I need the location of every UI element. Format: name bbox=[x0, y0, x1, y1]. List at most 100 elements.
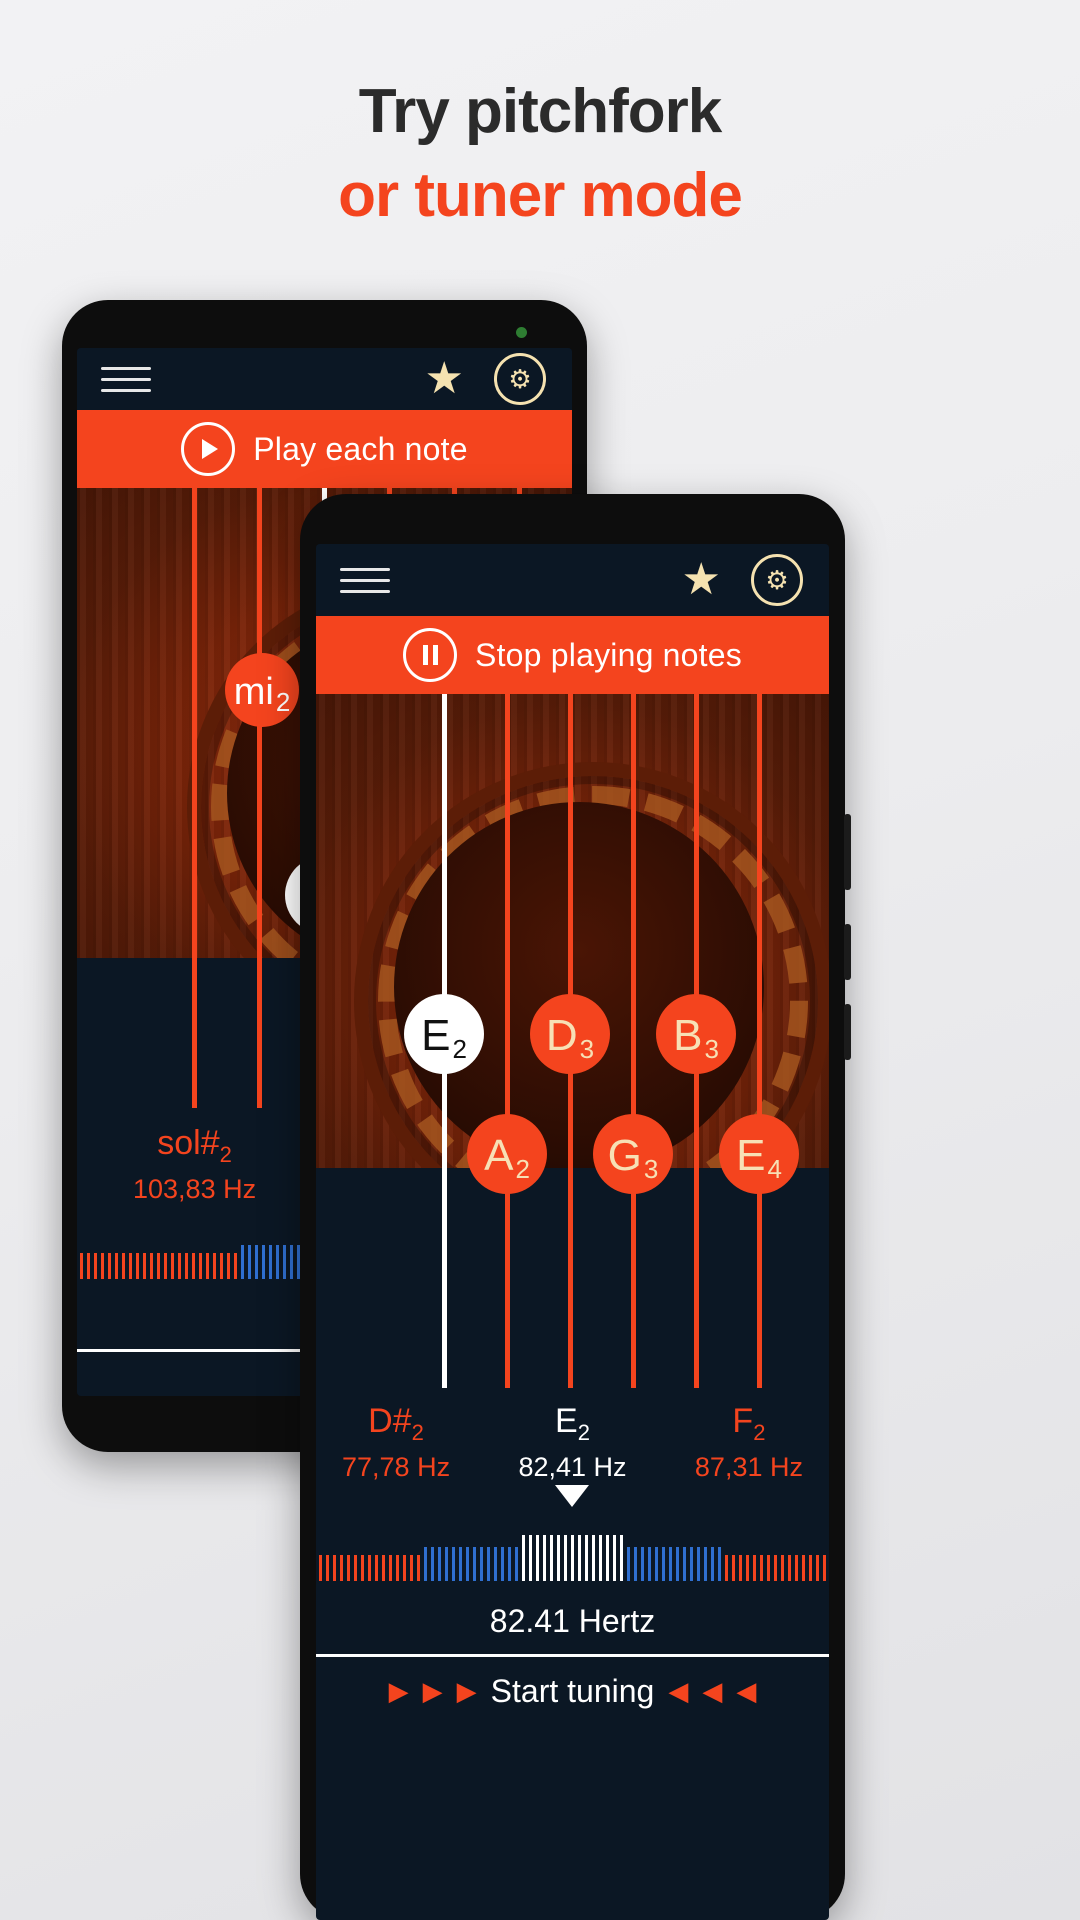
triangle-right-icon: ▶ bbox=[422, 1675, 443, 1706]
string-4[interactable] bbox=[631, 694, 636, 1388]
page-title: Try pitchfork or tuner mode bbox=[0, 70, 1080, 237]
string-2[interactable] bbox=[257, 488, 262, 1108]
camera-dot bbox=[516, 327, 527, 338]
string-1[interactable] bbox=[192, 488, 197, 1108]
ruler-tick bbox=[396, 1554, 399, 1581]
ruler-tick bbox=[725, 1554, 728, 1581]
right-note-octave: 2 bbox=[753, 1419, 766, 1445]
ruler-tick bbox=[781, 1554, 784, 1581]
left-note-octave: 2 bbox=[411, 1419, 424, 1445]
gear-icon[interactable]: ⚙ bbox=[494, 353, 546, 405]
ruler-tick bbox=[283, 1244, 286, 1279]
ruler-tick bbox=[585, 1534, 588, 1581]
ruler-tick bbox=[206, 1252, 209, 1279]
ruler-tick bbox=[262, 1244, 265, 1279]
ruler-tick bbox=[816, 1554, 819, 1581]
tuner-right-note: F2 87,31 Hz bbox=[695, 1402, 803, 1483]
note-button-b3[interactable]: B3 bbox=[656, 994, 736, 1074]
app-bar-back: ★ ⚙ bbox=[77, 348, 572, 410]
headline-line-2: or tuner mode bbox=[338, 160, 743, 230]
note-label: A bbox=[484, 1131, 514, 1180]
ruler-tick bbox=[269, 1244, 272, 1279]
note-button-e2[interactable]: E2 bbox=[404, 994, 484, 1074]
note-label: E bbox=[736, 1131, 766, 1180]
ruler-tick bbox=[227, 1252, 230, 1279]
ruler-tick bbox=[655, 1546, 658, 1581]
phone-front-device: ★ ⚙ Stop playing notes E2 D3 B 3 A 2 G 3… bbox=[300, 494, 851, 1920]
center-note-octave: 2 bbox=[577, 1419, 590, 1445]
string-6[interactable] bbox=[757, 694, 762, 1388]
ruler-tick bbox=[80, 1252, 83, 1279]
ruler-tick bbox=[606, 1534, 609, 1581]
ruler-tick bbox=[536, 1534, 539, 1581]
string-2[interactable] bbox=[505, 694, 510, 1388]
ruler-tick bbox=[788, 1554, 791, 1581]
ruler-tick bbox=[255, 1244, 258, 1279]
tuner-readout-front: 82.41 Hertz bbox=[489, 1602, 656, 1639]
ruler-tick bbox=[641, 1546, 644, 1581]
ruler-tick bbox=[290, 1244, 293, 1279]
gear-icon[interactable]: ⚙ bbox=[751, 554, 803, 606]
ruler-tick bbox=[753, 1554, 756, 1581]
start-tuning-button[interactable]: ▶ ▶ ▶ Start tuning ◀ ◀ ◀ bbox=[316, 1653, 829, 1726]
hamburger-icon[interactable] bbox=[101, 366, 151, 392]
ruler-tick bbox=[732, 1554, 735, 1581]
note-label: G bbox=[607, 1131, 642, 1180]
ruler-tick bbox=[550, 1534, 553, 1581]
headline-line-1: Try pitchfork bbox=[358, 77, 723, 146]
note-octave: 4 bbox=[767, 1154, 782, 1184]
ruler-tick bbox=[94, 1252, 97, 1279]
play-each-note-button[interactable]: Play each note bbox=[77, 410, 572, 488]
stop-playing-notes-button[interactable]: Stop playing notes bbox=[316, 616, 829, 694]
ruler-tick bbox=[599, 1534, 602, 1581]
ruler-tick bbox=[690, 1546, 693, 1581]
note-button-d3[interactable]: D3 bbox=[530, 994, 610, 1074]
side-button-1[interactable] bbox=[844, 814, 851, 890]
ruler-tick bbox=[241, 1244, 244, 1279]
ruler-tick bbox=[613, 1534, 616, 1581]
note-button-e4[interactable]: E4 bbox=[719, 1114, 799, 1194]
note-octave: 3 bbox=[579, 1034, 595, 1064]
ruler-tick bbox=[767, 1554, 770, 1581]
ruler-tick bbox=[466, 1546, 469, 1581]
ruler-tick bbox=[347, 1554, 350, 1581]
ruler-tick bbox=[333, 1554, 336, 1581]
note-button-mi[interactable]: mi 2 bbox=[225, 653, 299, 727]
tuner-left-note: sol#2 103,83 Hz bbox=[133, 1124, 256, 1205]
star-icon[interactable]: ★ bbox=[425, 357, 464, 401]
note-button-a2[interactable]: A2 bbox=[467, 1114, 547, 1194]
ruler-tick bbox=[136, 1252, 139, 1279]
tuner-center-note: E2 82,41 Hz bbox=[518, 1402, 627, 1507]
ruler-tick bbox=[431, 1546, 434, 1581]
ruler-tick bbox=[515, 1546, 518, 1581]
tuning-ruler-front[interactable] bbox=[316, 1519, 829, 1593]
note-button-g3[interactable]: G3 bbox=[593, 1114, 673, 1194]
note-label: B bbox=[673, 1011, 703, 1060]
ruler-tick bbox=[150, 1252, 153, 1279]
ruler-tick bbox=[809, 1554, 812, 1581]
side-button-2[interactable] bbox=[844, 924, 851, 980]
side-button-3[interactable] bbox=[844, 1004, 851, 1060]
ruler-tick bbox=[368, 1554, 371, 1581]
note-label: D bbox=[545, 1011, 578, 1060]
left-note-name: sol# bbox=[157, 1124, 220, 1162]
ruler-tick bbox=[354, 1554, 357, 1581]
ruler-tick bbox=[571, 1534, 574, 1581]
note-octave: 3 bbox=[704, 1034, 719, 1064]
ruler-tick bbox=[171, 1252, 174, 1279]
pointer-caret-icon bbox=[555, 1484, 590, 1507]
ruler-tick bbox=[760, 1554, 763, 1581]
tuner-left-note: D#2 77,78 Hz bbox=[342, 1402, 450, 1483]
hamburger-icon[interactable] bbox=[340, 567, 390, 593]
ruler-tick bbox=[157, 1252, 160, 1279]
ruler-tick bbox=[676, 1546, 679, 1581]
note-octave: 2 bbox=[515, 1154, 530, 1184]
ruler-tick bbox=[508, 1546, 511, 1581]
ruler-tick bbox=[382, 1554, 385, 1581]
right-note-hz: 87,31 Hz bbox=[694, 1451, 803, 1482]
ruler-tick bbox=[361, 1554, 364, 1581]
star-icon[interactable]: ★ bbox=[682, 558, 721, 602]
ruler-tick bbox=[326, 1554, 329, 1581]
app-bar-front: ★ ⚙ bbox=[316, 544, 829, 616]
ruler-tick bbox=[122, 1252, 125, 1279]
